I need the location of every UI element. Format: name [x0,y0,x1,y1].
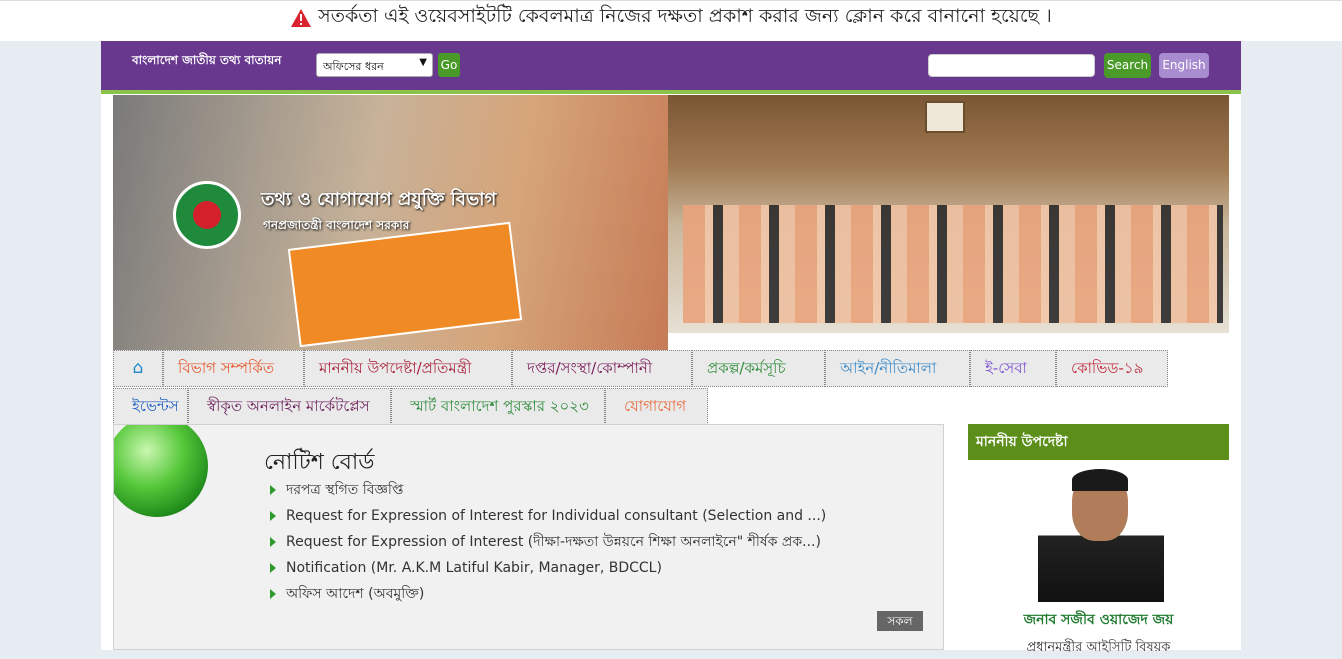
nav-item-contact[interactable]: যোগাযোগ [605,388,708,425]
office-type-select[interactable]: অফিসের ধরন ▼ [316,53,433,77]
banner-portrait-frame [925,101,965,133]
all-notices-button[interactable]: সকল [877,611,923,631]
banner-bottom-strip [668,333,1229,350]
portal-title-link[interactable]: বাংলাদেশ জাতীয় তথ্য বাতায়ন [132,52,281,72]
advisor-name-link[interactable]: জনাব সজীব ওয়াজেদ জয় [968,608,1229,632]
nav-item-events[interactable]: ইভেন্টস [113,388,188,425]
nav-item-label: স্মার্ট বাংলাদেশ পুরস্কার ২০২৩ [410,397,589,415]
chevron-down-icon: ▼ [419,57,427,68]
nav-item-label: স্বীকৃত অনলাইন মার্কেটপ্লেস [207,397,370,415]
nav-item-covid[interactable]: কোভিড-১৯ [1056,350,1168,387]
notice-item[interactable]: Notification (Mr. A.K.M Latiful Kabir, M… [264,557,826,583]
nav-item-label: ইভেন্টস [132,397,179,415]
nav-item-laws-policy[interactable]: আইন/নীতিমালা [825,350,970,387]
notice-list: দরপত্র স্থগিত বিজ্ঞপ্তি Request for Expr… [264,479,826,609]
nav-item-about-division[interactable]: বিভাগ সম্পর্কিত [163,350,304,387]
nav-item-label: আইন/নীতিমালা [840,359,937,377]
advisor-photo[interactable] [1038,469,1164,602]
ministry-name: তথ্য ও যোগাযোগ প্রযুক্তি বিভাগ [261,189,497,210]
header-banner: তথ্য ও যোগাযোগ প্রযুক্তি বিভাগ গনপ্রজাতন… [113,95,1229,350]
page-container: বাংলাদেশ জাতীয় তথ্য বাতায়ন অফিসের ধরন … [101,41,1241,655]
advisor-panel: মাননীয় উপদেষ্টা জনাব সজীব ওয়াজেদ জয় প… [968,424,1229,655]
warning-text: সতর্কতা এই ওয়েবসাইটটি কেবলমাত্র নিজের দ… [318,5,1052,27]
advisor-heading: মাননীয় উপদেষ্টা [968,424,1229,460]
nav-item-label: ই-সেবা [985,359,1027,377]
language-button[interactable]: English [1159,53,1209,78]
notice-item[interactable]: Request for Expression of Interest for I… [264,505,826,531]
search-button[interactable]: Search [1104,53,1151,78]
warning-triangle-icon [291,9,312,27]
globe-icon [114,425,208,517]
advisor-role: প্রধানমন্ত্রীর আইসিটি বিষয়ক [1026,640,1171,655]
notice-item[interactable]: দরপত্র স্থগিত বিজ্ঞপ্তি [264,479,826,505]
banner-people-group [683,205,1223,323]
search-input[interactable] [928,54,1095,77]
home-icon[interactable]: ⌂ [113,350,163,387]
nav-row-1: ⌂ বিভাগ সম্পর্কিত মাননীয় উপদেষ্টা/প্রতি… [113,350,1168,387]
advisor-hair [1072,469,1128,491]
nav-item-smart-bangladesh-award[interactable]: স্মার্ট বাংলাদেশ পুরস্কার ২০২৩ [391,388,605,425]
nav-item-advisor-minister[interactable]: মাননীয় উপদেষ্টা/প্রতিমন্ত্রী [304,350,512,387]
nav-item-label: কোভিড-১৯ [1071,359,1144,377]
notice-board-title: নোটিশ বোর্ড [264,450,375,475]
government-name: গনপ্রজাতন্ত্রী বাংলাদেশ সরকার [263,218,410,232]
top-bar: বাংলাদেশ জাতীয় তথ্য বাতায়ন অফিসের ধরন … [101,41,1241,94]
go-button[interactable]: Go [438,53,460,77]
warning-bar: সতর্কতা এই ওয়েবসাইটটি কেবলমাত্র নিজের দ… [0,0,1342,41]
nav-item-label: দপ্তর/সংস্থা/কোম্পানী [527,359,653,377]
nav-item-label: বিভাগ সম্পর্কিত [178,359,275,377]
notice-item[interactable]: Request for Expression of Interest (দীক্… [264,531,826,557]
notice-board-panel: নোটিশ বোর্ড দরপত্র স্থগিত বিজ্ঞপ্তি Requ… [113,424,944,650]
nav-item-label: যোগাযোগ [624,397,687,415]
government-seal-logo[interactable] [173,181,241,249]
office-type-select-value: অফিসের ধরন [323,60,384,73]
nav-item-departments[interactable]: দপ্তর/সংস্থা/কোম্পানী [512,350,692,387]
nav-row-2: ইভেন্টস স্বীকৃত অনলাইন মার্কেটপ্লেস স্মা… [113,388,708,425]
nav-item-label: প্রকল্প/কর্মসূচি [707,359,786,377]
notice-item[interactable]: অফিস আদেশ (অবমুক্তি) [264,583,826,609]
nav-item-projects[interactable]: প্রকল্প/কর্মসূচি [692,350,825,387]
nav-item-e-service[interactable]: ই-সেবা [970,350,1056,387]
nav-item-label: মাননীয় উপদেষ্টা/প্রতিমন্ত্রী [319,359,472,377]
nav-item-marketplace[interactable]: স্বীকৃত অনলাইন মার্কেটপ্লেস [188,388,391,425]
